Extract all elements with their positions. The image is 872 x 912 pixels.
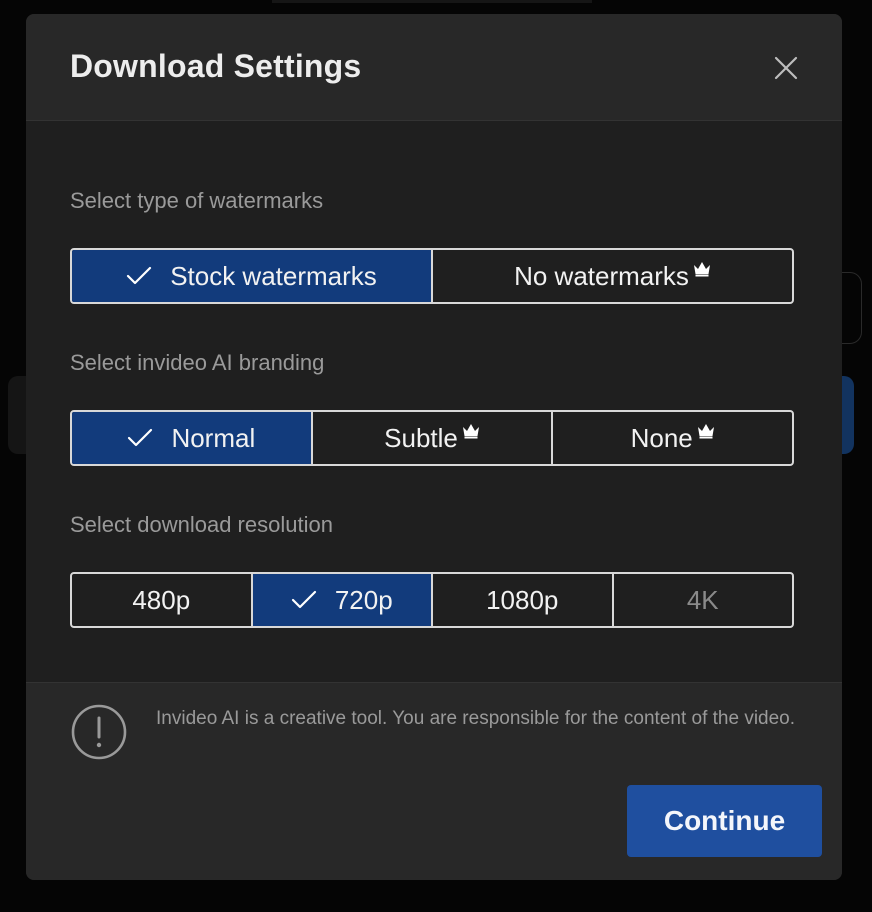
- crown-icon: [693, 262, 710, 277]
- resolution-label: Select download resolution: [70, 512, 333, 537]
- branding-label: Select invideo AI branding: [70, 350, 325, 375]
- dialog-title: Download Settings: [70, 48, 362, 84]
- dialog-header: Download Settings: [26, 14, 842, 121]
- background-element: [272, 0, 592, 3]
- watermarks-label: Select type of watermarks: [70, 188, 324, 213]
- branding-selector: Normal Subtle None: [70, 410, 794, 466]
- option-stock-watermarks[interactable]: Stock watermarks: [72, 250, 433, 302]
- crown-icon: [462, 424, 479, 439]
- option-720p[interactable]: 720p: [252, 574, 433, 626]
- close-button[interactable]: [768, 50, 804, 86]
- option-label: 4K: [686, 584, 719, 615]
- dialog-footer: Invideo AI is a creative tool. You are r…: [26, 682, 842, 880]
- option-normal[interactable]: Normal: [72, 412, 313, 464]
- option-label: 1080p: [486, 584, 559, 615]
- download-settings-dialog: Download Settings Select type of waterma…: [26, 14, 842, 880]
- option-no-watermarks[interactable]: No watermarks: [433, 250, 792, 302]
- option-label: Stock watermarks: [170, 260, 377, 291]
- option-label: No watermarks: [514, 260, 689, 291]
- crown-icon: [697, 424, 714, 439]
- option-subtle[interactable]: Subtle: [313, 412, 554, 464]
- option-1080p[interactable]: 1080p: [433, 574, 614, 626]
- option-label: Subtle: [384, 422, 458, 453]
- continue-button[interactable]: Continue: [627, 785, 822, 857]
- close-icon: [774, 56, 798, 80]
- option-4k[interactable]: 4K: [614, 574, 793, 626]
- exclamation-circle-icon: [71, 704, 127, 760]
- watermarks-selector: Stock watermarks No watermarks: [70, 248, 794, 304]
- responsibility-notice: Invideo AI is a creative tool. You are r…: [156, 708, 796, 729]
- option-label: 720p: [334, 584, 393, 615]
- option-label: Normal: [171, 422, 256, 453]
- option-480p[interactable]: 480p: [72, 574, 253, 626]
- resolution-selector: 480p 720p 1080p 4K: [70, 572, 794, 628]
- check-icon: [128, 428, 153, 447]
- option-none[interactable]: None: [553, 412, 792, 464]
- option-label: None: [630, 422, 693, 453]
- check-icon: [127, 266, 152, 285]
- option-label: 480p: [132, 584, 191, 615]
- check-icon: [291, 590, 316, 609]
